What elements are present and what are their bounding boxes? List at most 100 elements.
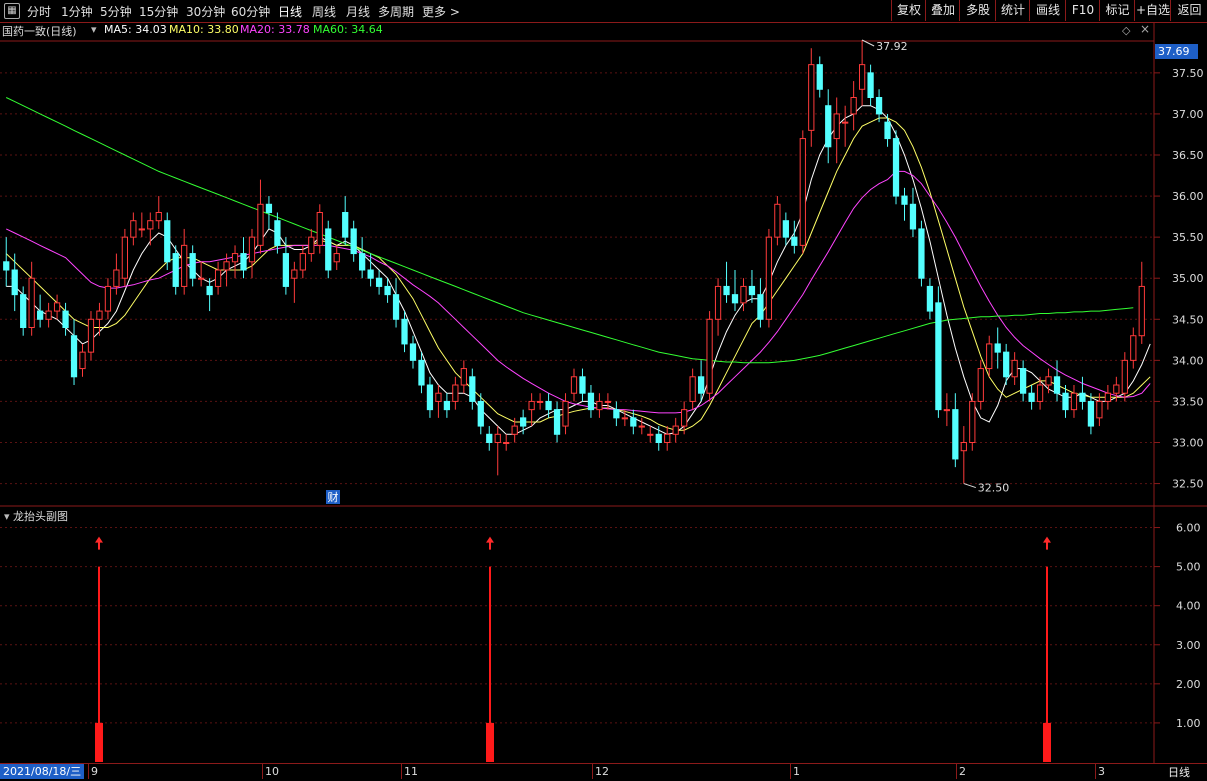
price-tick-label: 34.50 xyxy=(1172,313,1204,326)
candle-body xyxy=(486,433,493,443)
candle-body xyxy=(943,409,950,412)
candle-body xyxy=(774,203,781,238)
price-tick-label: 32.50 xyxy=(1172,478,1204,491)
candle-body xyxy=(731,294,739,304)
candle-body xyxy=(528,400,535,411)
candle-body xyxy=(511,425,518,435)
candle-body xyxy=(342,212,349,238)
x-axis-label: 1 xyxy=(793,765,800,778)
x-axis-label: 11 xyxy=(404,765,418,778)
ma-line-ma60 xyxy=(5,97,1134,364)
x-axis-label: 9 xyxy=(91,765,98,778)
candle-body xyxy=(240,253,247,271)
candle-body xyxy=(155,212,162,222)
candle-body xyxy=(1036,384,1044,402)
candle-body xyxy=(1011,359,1018,378)
candle-body xyxy=(842,121,849,124)
candle-body xyxy=(257,203,264,246)
candle-body xyxy=(223,261,230,271)
candle-body xyxy=(986,343,993,370)
candle-body xyxy=(198,277,205,280)
x-axis-label: 2 xyxy=(959,765,966,778)
candle-body xyxy=(613,409,620,419)
candle-body xyxy=(1104,392,1111,402)
candle-body xyxy=(697,376,705,394)
candle-body xyxy=(1045,376,1052,386)
candle-body xyxy=(604,400,612,403)
candle-body xyxy=(308,236,315,255)
candle-body xyxy=(62,310,69,329)
candle-body xyxy=(121,236,129,279)
sub-tick-label: 5.00 xyxy=(1176,561,1201,574)
candle-body xyxy=(384,285,391,296)
candle-body xyxy=(172,253,179,287)
candle-body xyxy=(596,400,603,411)
candle-body xyxy=(503,442,510,444)
candle-body xyxy=(11,269,18,296)
candle-body xyxy=(647,433,654,436)
candle-body xyxy=(918,228,925,279)
candle-body xyxy=(87,318,95,353)
candle-body xyxy=(1062,392,1069,411)
candle-body xyxy=(748,285,756,296)
candle-body xyxy=(740,285,747,304)
candle-body xyxy=(138,228,145,231)
candle-body xyxy=(325,228,332,271)
candle-body xyxy=(520,417,527,427)
candle-body xyxy=(1121,359,1128,394)
candle-body xyxy=(28,277,35,329)
candle-body xyxy=(1130,335,1137,361)
candle-body xyxy=(1003,351,1010,378)
candle-body xyxy=(1019,368,1027,394)
candle-body xyxy=(265,203,273,214)
candle-body xyxy=(350,228,357,255)
candle-body xyxy=(189,253,196,279)
low-marker-line xyxy=(963,483,976,489)
candle-body xyxy=(443,400,451,411)
signal-arrow-icon xyxy=(95,536,103,550)
candle-body xyxy=(359,253,366,271)
candle-body xyxy=(545,400,552,411)
candle-body xyxy=(723,285,730,296)
candle-body xyxy=(426,384,434,411)
collapse-icon[interactable]: ▾ xyxy=(4,510,10,523)
candle-body xyxy=(164,220,171,263)
price-tick-label: 37.00 xyxy=(1172,108,1204,121)
sub-tick-label: 1.00 xyxy=(1176,717,1201,730)
candle-body xyxy=(1138,285,1145,337)
candle-body xyxy=(401,318,408,345)
candle-body xyxy=(79,351,86,370)
candle-body xyxy=(960,442,967,452)
candle-body xyxy=(70,335,78,378)
sub-tick-label: 6.00 xyxy=(1176,522,1201,535)
x-axis-tick xyxy=(88,764,89,779)
candle-body xyxy=(664,433,671,443)
signal-bar xyxy=(1043,722,1051,762)
sub-tick-label: 3.00 xyxy=(1176,639,1201,652)
price-tick-label: 34.00 xyxy=(1172,354,1204,367)
price-tick-label: 36.50 xyxy=(1172,149,1204,162)
candle-body xyxy=(435,392,442,402)
candle-body xyxy=(570,376,578,394)
x-axis-label: 10 xyxy=(265,765,279,778)
candle-body xyxy=(316,212,323,246)
candle-body xyxy=(909,203,917,230)
candle-body xyxy=(579,376,586,394)
candle-body xyxy=(977,368,984,402)
sub-chart-title-text: 龙抬头副图 xyxy=(13,510,69,523)
candle-body xyxy=(765,236,773,320)
candle-body xyxy=(706,318,713,394)
candle-body xyxy=(1028,392,1035,402)
candle-body xyxy=(375,277,383,287)
candle-body xyxy=(53,302,61,312)
price-tick-label: 35.00 xyxy=(1172,272,1204,285)
candle-body xyxy=(1070,392,1078,411)
signal-bar xyxy=(486,722,494,762)
candle-body xyxy=(206,285,213,296)
signal-arrow-icon xyxy=(486,536,494,550)
candle-body xyxy=(630,417,637,427)
candle-body xyxy=(672,425,679,435)
candle-body xyxy=(791,236,798,246)
candle-body xyxy=(1079,392,1086,402)
signal-bar xyxy=(95,722,103,762)
